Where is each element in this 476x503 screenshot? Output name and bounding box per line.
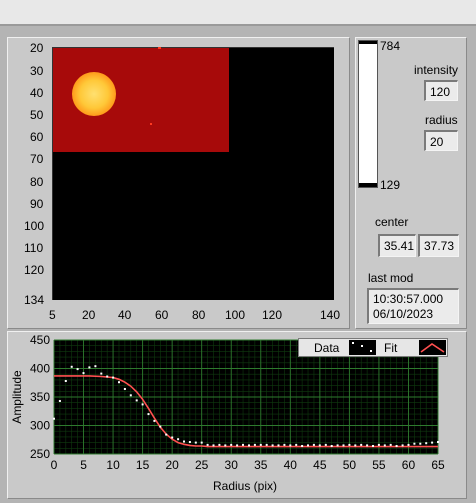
data-point: [259, 443, 262, 446]
y-axis-label: Amplitude: [10, 370, 24, 424]
data-point: [289, 444, 292, 447]
y-axis-ticks: 250 300 350 400 450: [30, 333, 50, 461]
data-point: [437, 441, 439, 443]
data-point: [53, 417, 55, 420]
y-tick-label: 450: [30, 333, 50, 347]
x-tick-label: 0: [51, 458, 58, 472]
data-point: [330, 445, 333, 447]
data-point: [171, 436, 174, 439]
data-point: [64, 380, 67, 382]
data-point: [242, 443, 244, 446]
data-point: [194, 441, 197, 444]
data-point: [265, 443, 268, 446]
data-point: [118, 381, 120, 384]
data-point: [395, 445, 398, 447]
x-tick-label: 40: [284, 458, 298, 472]
data-point: [236, 444, 239, 447]
data-point: [301, 445, 304, 447]
data-point: [183, 440, 185, 443]
data-point: [277, 444, 280, 447]
data-point: [58, 400, 61, 402]
y-tick-label: 250: [30, 447, 50, 461]
data-point: [425, 442, 428, 445]
data-point: [112, 376, 115, 379]
data-point: [248, 444, 250, 447]
data-point: [271, 444, 274, 447]
data-point: [141, 403, 144, 406]
x-axis-ticks: 0 5 10 15 20 25 30 35 40 45 50 55 60 65: [51, 458, 445, 472]
data-point: [324, 443, 327, 446]
data-point: [82, 372, 85, 375]
x-tick-label: 30: [225, 458, 239, 472]
data-point: [336, 444, 339, 447]
data-point: [159, 425, 162, 428]
legend-data-label: Data: [314, 341, 340, 355]
data-point: [348, 443, 351, 446]
data-point: [318, 444, 321, 447]
data-point: [70, 365, 73, 368]
data-point: [212, 444, 215, 447]
data-point: [283, 443, 286, 446]
data-point: [342, 444, 345, 447]
data-point: [76, 368, 79, 371]
y-tick-label: 300: [30, 419, 50, 433]
data-point: [295, 443, 298, 446]
data-point: [218, 443, 221, 446]
data-point: [200, 441, 203, 444]
data-point: [106, 375, 109, 378]
data-point: [431, 441, 434, 444]
data-point: [94, 365, 97, 368]
data-point: [419, 442, 422, 445]
data-point: [188, 441, 191, 443]
data-point: [401, 444, 404, 447]
data-point: [88, 366, 91, 369]
x-tick-label: 10: [106, 458, 120, 472]
data-point: [413, 442, 416, 445]
x-tick-label: 20: [165, 458, 179, 472]
data-point: [123, 388, 126, 390]
data-point: [153, 419, 156, 422]
x-tick-label: 55: [372, 458, 386, 472]
y-tick-label: 350: [30, 390, 50, 404]
legend-fit-line: [420, 343, 445, 353]
legend-fit-swatch[interactable]: [419, 340, 446, 355]
legend-fit-label: Fit: [384, 341, 398, 355]
data-point: [372, 445, 374, 447]
data-point: [407, 443, 410, 446]
data-point: [230, 443, 233, 446]
legend-data-dot: [361, 345, 363, 347]
data-point: [165, 433, 168, 436]
x-tick-label: 50: [343, 458, 357, 472]
data-point: [383, 444, 386, 447]
data-point: [224, 444, 227, 447]
data-point: [206, 443, 209, 446]
data-point: [389, 443, 392, 446]
data-point: [177, 438, 180, 441]
data-point: [377, 443, 380, 446]
legend-data-dot: [352, 342, 354, 344]
data-point: [147, 413, 150, 416]
plot-legend[interactable]: Data Fit: [298, 338, 448, 357]
data-point: [100, 372, 103, 375]
radial-profile-chart[interactable]: 0 5 10 15 20 25 30 35 40 45 50 55 60 65 250 300 350 400 4…: [0, 0, 476, 503]
x-tick-label: 45: [313, 458, 327, 472]
data-point: [360, 443, 363, 446]
y-tick-label: 400: [30, 362, 50, 376]
data-point: [253, 443, 256, 446]
data-point: [135, 399, 138, 402]
x-tick-label: 60: [402, 458, 416, 472]
legend-data-dot: [370, 350, 372, 352]
x-axis-label: Radius (pix): [213, 479, 277, 493]
x-tick-label: 5: [80, 458, 87, 472]
x-tick-label: 15: [136, 458, 150, 472]
data-point: [307, 444, 309, 447]
x-tick-label: 35: [254, 458, 268, 472]
x-tick-label: 65: [431, 458, 445, 472]
data-point: [366, 444, 369, 447]
x-tick-label: 25: [195, 458, 209, 472]
data-point: [129, 394, 132, 397]
data-point: [354, 444, 357, 447]
data-point: [312, 443, 315, 446]
legend-data-swatch[interactable]: [349, 340, 376, 355]
